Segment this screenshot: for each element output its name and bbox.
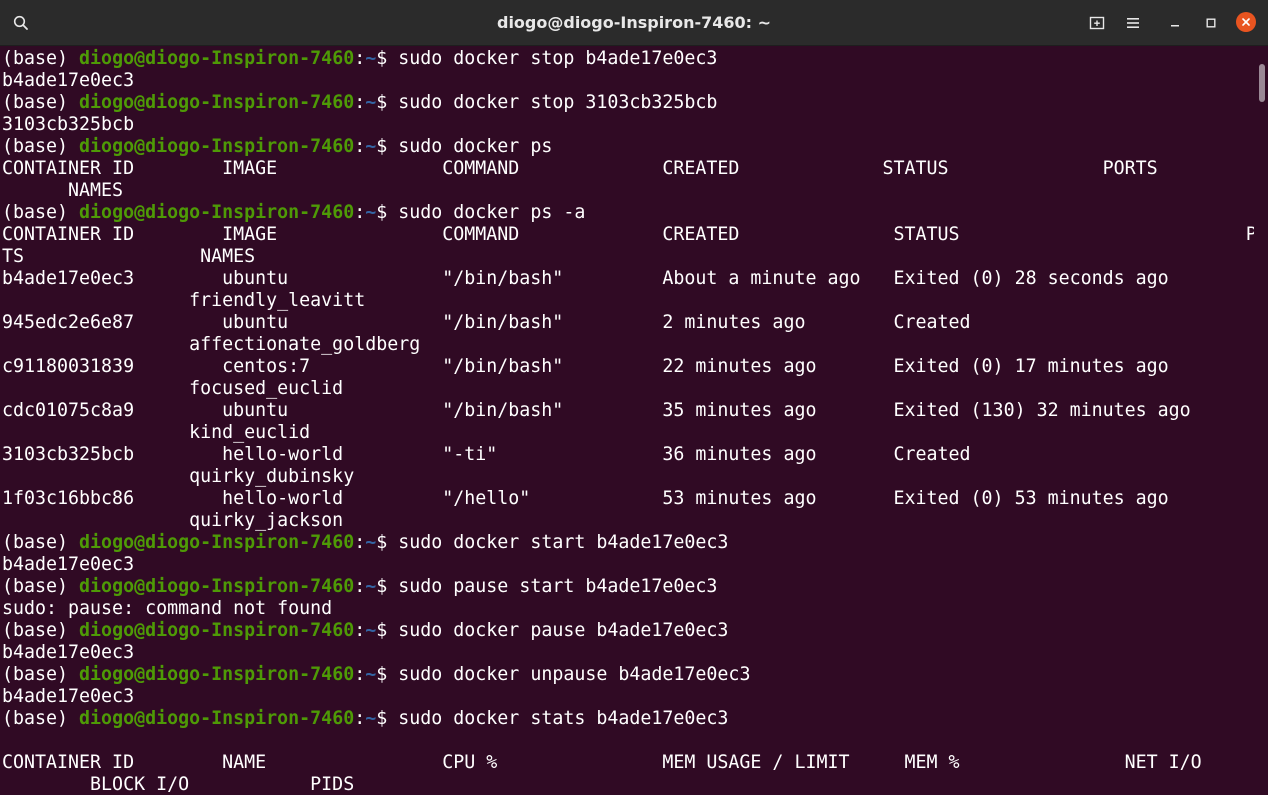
- prompt-cmd: $ sudo docker start b4ade17e0ec3: [376, 532, 729, 553]
- output-line: 3103cb325bcb hello-world "-ti" 36 minute…: [2, 444, 971, 465]
- output-line: CONTAINER ID IMAGE COMMAND CREATED STATU…: [2, 224, 1254, 245]
- output-line: affectionate_goldberg: [2, 334, 421, 355]
- prompt-line: (base) diogo@diogo-Inspiron-7460:~$ sudo…: [2, 664, 750, 686]
- prompt-colon: :: [354, 708, 366, 729]
- prompt-user: diogo@diogo-Inspiron-7460: [79, 708, 355, 729]
- prompt-colon: :: [354, 620, 366, 641]
- output-line: CONTAINER ID NAME CPU % MEM USAGE / LIMI…: [2, 752, 1202, 773]
- prompt-cmd: $ sudo docker pause b4ade17e0ec3: [376, 620, 729, 641]
- prompt-cmd: $ sudo docker ps: [376, 136, 553, 157]
- output-line: CONTAINER ID IMAGE COMMAND CREATED STATU…: [2, 158, 1158, 179]
- prompt-base: (base): [2, 48, 80, 69]
- prompt-path: ~: [365, 532, 377, 553]
- output-line: quirky_dubinsky: [2, 466, 355, 487]
- prompt-path: ~: [365, 48, 377, 69]
- terminal-output[interactable]: (base) diogo@diogo-Inspiron-7460:~$ sudo…: [0, 46, 1254, 795]
- prompt-user: diogo@diogo-Inspiron-7460: [79, 664, 355, 685]
- prompt-cmd: $ sudo docker stats b4ade17e0ec3: [376, 708, 729, 729]
- maximize-icon[interactable]: [1199, 11, 1223, 35]
- prompt-line: (base) diogo@diogo-Inspiron-7460:~$ sudo…: [2, 48, 717, 70]
- output-line: friendly_leavitt: [2, 290, 366, 311]
- output-line: 1f03c16bbc86 hello-world "/hello" 53 min…: [2, 488, 1169, 509]
- prompt-line: (base) diogo@diogo-Inspiron-7460:~$ sudo…: [2, 576, 717, 598]
- prompt-user: diogo@diogo-Inspiron-7460: [79, 620, 355, 641]
- scrollbar-thumb[interactable]: [1259, 64, 1265, 102]
- prompt-base: (base): [2, 620, 80, 641]
- output-line: 945edc2e6e87 ubuntu "/bin/bash" 2 minute…: [2, 312, 971, 333]
- output-line: kind_euclid: [2, 422, 311, 443]
- output-line: c91180031839 centos:7 "/bin/bash" 22 min…: [2, 356, 1169, 377]
- minimize-icon[interactable]: [1163, 11, 1187, 35]
- output-line: b4ade17e0ec3: [2, 70, 135, 91]
- new-tab-icon[interactable]: [1085, 11, 1109, 35]
- output-line: BLOCK I/O PIDS: [2, 774, 355, 795]
- prompt-cmd: $ sudo docker stop 3103cb325bcb: [376, 92, 718, 113]
- output-line: b4ade17e0ec3: [2, 686, 135, 707]
- output-line: 3103cb325bcb: [2, 114, 135, 135]
- prompt-base: (base): [2, 136, 80, 157]
- output-line: sudo: pause: command not found: [2, 598, 333, 619]
- prompt-user: diogo@diogo-Inspiron-7460: [79, 576, 355, 597]
- prompt-colon: :: [354, 92, 366, 113]
- prompt-path: ~: [365, 576, 377, 597]
- output-line: cdc01075c8a9 ubuntu "/bin/bash" 35 minut…: [2, 400, 1191, 421]
- prompt-base: (base): [2, 532, 80, 553]
- close-icon[interactable]: [1236, 12, 1256, 32]
- prompt-cmd: $ sudo docker stop b4ade17e0ec3: [376, 48, 718, 69]
- prompt-cmd: $ sudo docker ps -a: [376, 202, 586, 223]
- output-line: b4ade17e0ec3: [2, 642, 135, 663]
- title-bar: diogo@diogo-Inspiron-7460: ~: [0, 0, 1268, 46]
- prompt-line: (base) diogo@diogo-Inspiron-7460:~$ sudo…: [2, 136, 552, 158]
- output-line: TS NAMES: [2, 246, 256, 267]
- prompt-path: ~: [365, 708, 377, 729]
- prompt-user: diogo@diogo-Inspiron-7460: [79, 48, 355, 69]
- window-title: diogo@diogo-Inspiron-7460: ~: [496, 13, 771, 32]
- prompt-line: (base) diogo@diogo-Inspiron-7460:~$ sudo…: [2, 620, 728, 642]
- prompt-base: (base): [2, 92, 80, 113]
- prompt-colon: :: [354, 532, 366, 553]
- prompt-path: ~: [365, 136, 377, 157]
- prompt-cmd: $ sudo docker unpause b4ade17e0ec3: [376, 664, 751, 685]
- prompt-base: (base): [2, 708, 80, 729]
- prompt-colon: :: [354, 576, 366, 597]
- menu-icon[interactable]: [1121, 11, 1145, 35]
- prompt-user: diogo@diogo-Inspiron-7460: [79, 202, 355, 223]
- prompt-base: (base): [2, 202, 80, 223]
- prompt-colon: :: [354, 48, 366, 69]
- prompt-path: ~: [365, 202, 377, 223]
- output-line: focused_euclid: [2, 378, 344, 399]
- prompt-line: (base) diogo@diogo-Inspiron-7460:~$ sudo…: [2, 202, 585, 224]
- prompt-user: diogo@diogo-Inspiron-7460: [79, 136, 355, 157]
- output-line: quirky_jackson: [2, 510, 344, 531]
- prompt-path: ~: [365, 620, 377, 641]
- prompt-user: diogo@diogo-Inspiron-7460: [79, 92, 355, 113]
- prompt-user: diogo@diogo-Inspiron-7460: [79, 532, 355, 553]
- prompt-colon: :: [354, 136, 366, 157]
- prompt-line: (base) diogo@diogo-Inspiron-7460:~$ sudo…: [2, 708, 728, 730]
- prompt-base: (base): [2, 664, 80, 685]
- prompt-path: ~: [365, 92, 377, 113]
- prompt-colon: :: [354, 664, 366, 685]
- output-line: NAMES: [2, 180, 124, 201]
- prompt-path: ~: [365, 664, 377, 685]
- output-line: b4ade17e0ec3: [2, 554, 135, 575]
- prompt-cmd: $ sudo pause start b4ade17e0ec3: [376, 576, 718, 597]
- output-line: b4ade17e0ec3 ubuntu "/bin/bash" About a …: [2, 268, 1169, 289]
- prompt-colon: :: [354, 202, 366, 223]
- prompt-base: (base): [2, 576, 80, 597]
- prompt-line: (base) diogo@diogo-Inspiron-7460:~$ sudo…: [2, 532, 728, 554]
- prompt-line: (base) diogo@diogo-Inspiron-7460:~$ sudo…: [2, 92, 717, 114]
